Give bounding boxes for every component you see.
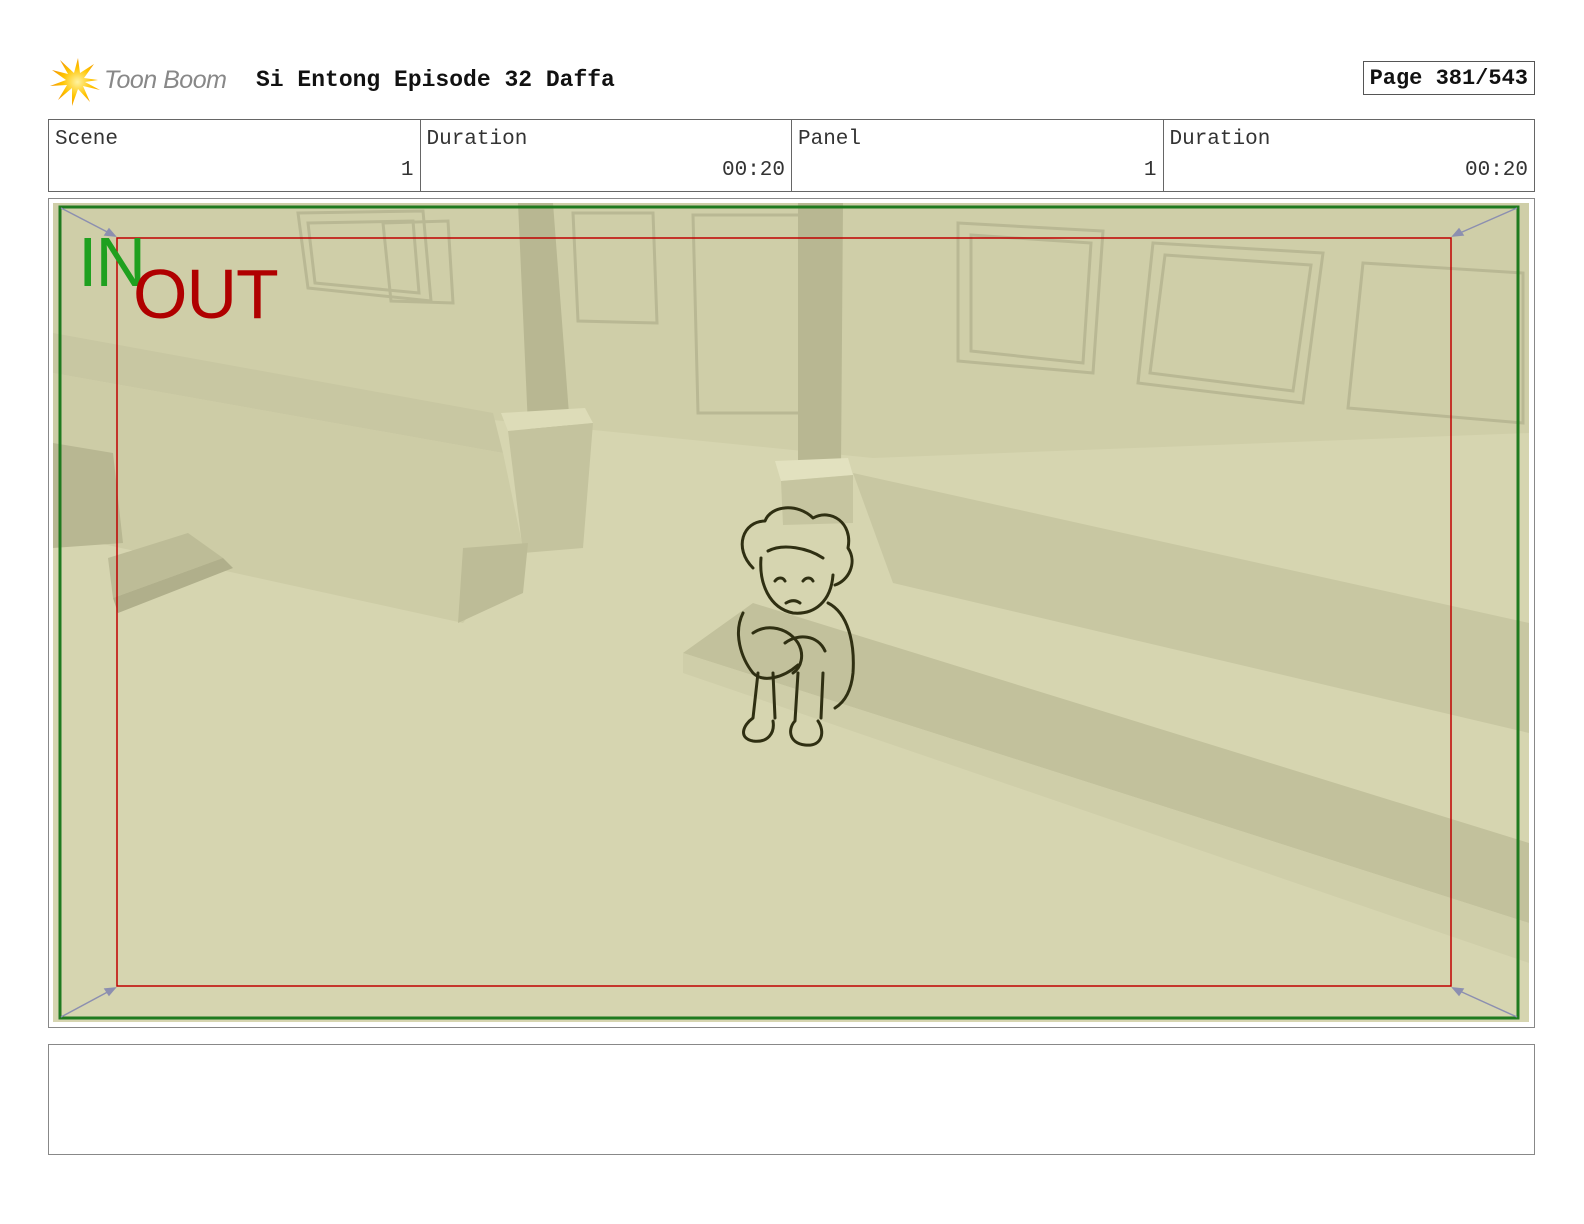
scene-duration-label: Duration — [426, 128, 528, 151]
panel-duration-value: 00:20 — [1464, 159, 1528, 182]
panel-notes-box — [48, 1044, 1535, 1155]
panel-image: IN OUT — [53, 203, 1529, 1022]
panel-cell: Panel 1 — [792, 120, 1164, 191]
document-title: Si Entong Episode 32 Daffa — [256, 67, 615, 93]
scene-duration-cell: Duration 00:20 — [421, 120, 792, 191]
panel-duration-cell: Duration 00:20 — [1164, 120, 1535, 191]
toon-boom-logo: Toon Boom — [50, 56, 240, 108]
scene-cell: Scene 1 — [49, 120, 421, 191]
scene-value: 1 — [400, 159, 414, 182]
panel-value: 1 — [1143, 159, 1157, 182]
panel-label: Panel — [798, 128, 862, 151]
out-frame-label: OUT — [133, 255, 279, 333]
panel-duration-label: Duration — [1169, 128, 1271, 151]
scene-info-table: Scene 1 Duration 00:20 Panel 1 Duration … — [48, 119, 1535, 192]
storyboard-panel: IN OUT — [48, 198, 1535, 1028]
page-header: Toon Boom Si Entong Episode 32 Daffa Pag… — [50, 56, 1535, 108]
starburst-logo-icon — [50, 58, 100, 106]
logo-text: Toon Boom — [104, 66, 227, 94]
scene-label: Scene — [55, 128, 119, 151]
page-indicator: Page 381/543 — [1362, 61, 1535, 95]
scene-duration-value: 00:20 — [721, 159, 785, 182]
